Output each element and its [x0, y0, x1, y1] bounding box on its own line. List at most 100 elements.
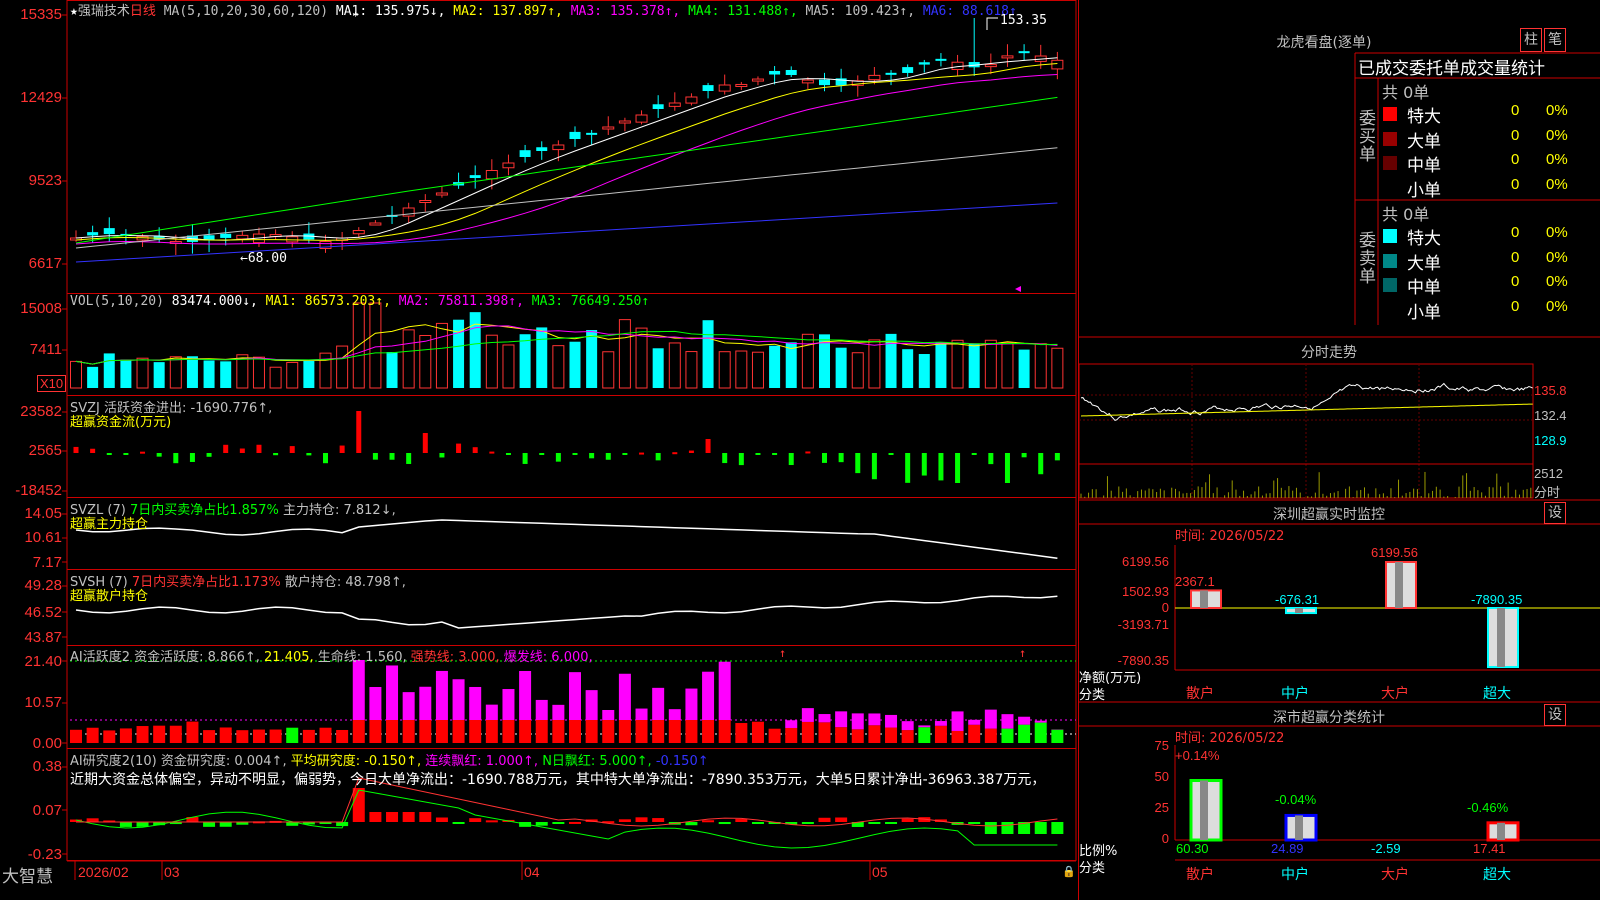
svzl-line — [75, 519, 1058, 559]
ai2-bar — [485, 820, 498, 823]
classify-bar-shade — [1295, 815, 1303, 840]
ai1-bar — [169, 725, 182, 743]
ai1-bar — [186, 721, 199, 743]
ai1-legend-item-6: 爆发线: 6.000, — [503, 650, 593, 665]
classify-title: 深市超赢分类统计 — [1273, 710, 1385, 726]
svzj-bar — [822, 453, 827, 463]
ai2-bar — [219, 822, 232, 827]
sell-row-swatch-3 — [1383, 278, 1397, 292]
ai1-bar — [386, 720, 399, 743]
vol-bar-up — [984, 339, 997, 389]
classify-unit-2: 分类 — [1079, 861, 1106, 876]
svzl-ytick-1: 14.05 — [24, 505, 62, 522]
ai1-bar-top — [1001, 714, 1014, 729]
svzj-bar — [605, 453, 611, 460]
ai2-bar — [1051, 822, 1064, 834]
classify-bar-1 — [1189, 779, 1223, 842]
ai1-bar — [702, 720, 715, 743]
ai1-bar — [951, 730, 964, 743]
candle-body-up — [552, 144, 565, 151]
date-label-feb: 2026/02 — [78, 864, 129, 880]
chart-area[interactable]: ↑ ↑ ★强瑞技术日线 MA(5,10,20,30,60,120) MA1: 13… — [0, 0, 1078, 900]
ai2-bar — [402, 812, 415, 822]
candle-body-up — [485, 170, 498, 180]
ai2-bar — [885, 822, 898, 824]
vol-bar-down — [386, 352, 398, 388]
svzj-bar — [223, 444, 229, 453]
app-logo: 大智慧 — [2, 867, 53, 887]
ai1-arrow-icon-2: ↑ — [1019, 646, 1026, 660]
vol-bar-up — [618, 319, 631, 389]
vol-bar-up — [718, 351, 731, 389]
vol-bar-down — [186, 356, 198, 388]
ai1-bar-top — [1034, 720, 1047, 723]
svzj-bar — [938, 453, 944, 481]
vol-bar-up — [751, 351, 764, 389]
ai1-bar — [153, 725, 166, 743]
vol-bar-down — [87, 366, 99, 388]
ai1-bar-top — [718, 661, 731, 720]
pen-mode-button[interactable]: 笔 — [1544, 28, 1566, 52]
svzj-bar — [1021, 453, 1027, 458]
ai2-bar — [336, 822, 349, 827]
stock-period[interactable]: 日线 — [130, 4, 156, 19]
candle-body-down — [569, 131, 581, 139]
ai2-ytick-3: -0.23 — [27, 846, 62, 863]
tab-volume-stats[interactable]: 成交量统计 — [1460, 59, 1545, 79]
vol-bar-up — [685, 351, 698, 389]
svsh-line — [75, 595, 1058, 629]
ai1-bar — [352, 720, 365, 743]
candle-body-down — [702, 85, 714, 91]
svzj-bar — [189, 453, 195, 462]
scroll-marker-icon — [1015, 286, 1021, 292]
vol-bar-up — [369, 302, 382, 389]
monitor-ytick-2: 1502.93 — [1122, 584, 1169, 599]
buy-row-value-4: 0 — [1511, 175, 1520, 193]
vol-legend-item-4: MA2: 75811.398↑, — [398, 294, 532, 309]
candle-body-up — [735, 83, 748, 87]
classify-bottom-label-4: 17.41 — [1473, 841, 1506, 856]
monitor-ytick-4: -3193.71 — [1117, 617, 1169, 632]
buy-row-swatch-3 — [1383, 156, 1397, 170]
ai1-bar-top — [535, 699, 548, 720]
kline-ytick-4: 6617 — [28, 255, 62, 272]
kline-high-label: 153.35 — [1000, 13, 1047, 28]
ai2-bar — [203, 822, 216, 827]
classify-settings-button[interactable]: 设 — [1544, 704, 1566, 726]
ai1-bar — [236, 730, 249, 743]
ai1-bar — [1018, 724, 1031, 743]
ai1-bar — [419, 720, 432, 743]
candle-body-up — [602, 126, 615, 130]
ai1-bar — [835, 727, 848, 743]
bar-mode-button[interactable]: 柱 — [1520, 28, 1542, 52]
svzj-bar — [888, 453, 894, 455]
ai1-bar — [934, 725, 947, 743]
kline-legend-item-6: MA5: 109.423↑, — [805, 4, 923, 19]
classify-bottom-label-1: 60.30 — [1176, 841, 1209, 856]
vol-bar-down — [769, 345, 781, 388]
ai1-bar-top — [552, 704, 565, 720]
candle-body-up — [868, 74, 881, 81]
ai1-bar — [735, 723, 748, 743]
classify-cat-1: 散户 — [1186, 867, 1214, 883]
monitor-cat-2: 中户 — [1281, 686, 1309, 702]
tab-orders[interactable]: 委托单 — [1409, 59, 1460, 79]
ai1-bar-top — [402, 692, 415, 720]
lock-icon[interactable]: 🔒 — [1062, 865, 1076, 878]
svzj-bar — [788, 453, 794, 466]
ai1-bar — [851, 729, 864, 743]
monitor-settings-button[interactable]: 设 — [1544, 502, 1566, 524]
vol-bar-up — [1001, 342, 1014, 389]
intraday-price-line — [1080, 382, 1533, 421]
svsh-ytick-1: 49.28 — [24, 577, 62, 594]
vol-legend-item-1: VOL(5,10,20) — [70, 294, 172, 309]
buy-side-label: 委买单 — [1359, 109, 1376, 165]
ai2-bar — [901, 818, 914, 822]
vol-bars — [70, 302, 1064, 389]
ai2-bar — [652, 818, 665, 822]
ai1-bar — [103, 730, 116, 743]
monitor-bar-4 — [1487, 607, 1519, 668]
sell-row-name-1: 特大 — [1407, 229, 1441, 249]
svzl-legend-item-3: 主力持仓: 7.812↓, — [282, 503, 396, 518]
tab-filled[interactable]: 已成交 — [1358, 59, 1409, 79]
